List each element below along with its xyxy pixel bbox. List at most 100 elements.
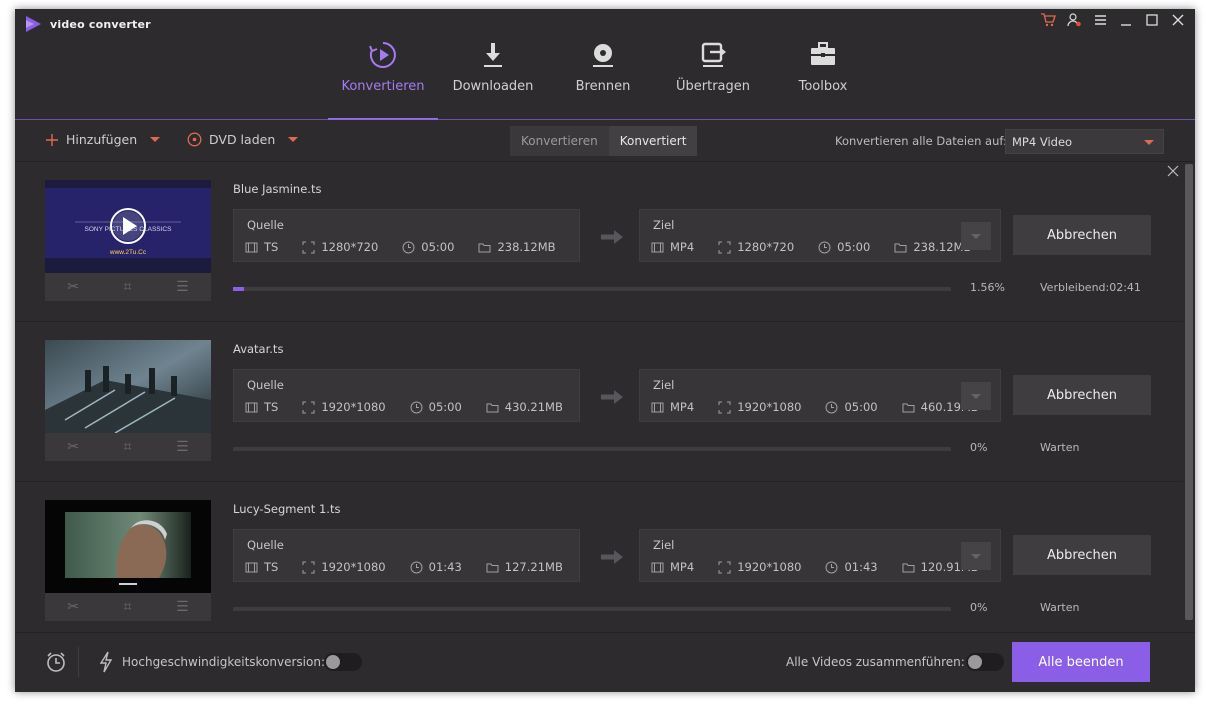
source-info: Quelle TS 1280*720 05:00 238.12MB	[233, 209, 580, 262]
status-text: Verbleibend:02:41	[1040, 281, 1141, 294]
folder-icon	[486, 403, 499, 412]
high-speed-toggle[interactable]	[324, 653, 362, 671]
progress-bar	[233, 607, 951, 611]
tab-brennen[interactable]: Brennen	[548, 37, 658, 120]
chevron-down-icon	[1144, 140, 1154, 145]
crop-icon[interactable]: ⌗	[124, 279, 132, 295]
clock-icon	[825, 401, 838, 413]
user-icon[interactable]	[1065, 11, 1083, 29]
add-files-button[interactable]: Hinzufügen	[45, 132, 161, 147]
folder-icon	[894, 243, 907, 252]
source-size: 127.21MB	[504, 560, 563, 574]
tab-uebertragen[interactable]: Übertragen	[658, 37, 768, 120]
crop-icon[interactable]: ⌗	[124, 599, 132, 615]
film-icon	[245, 402, 258, 412]
target-info[interactable]: Ziel MP4 1280*720 05:00 238.12MB	[639, 209, 1001, 262]
resolution-icon	[718, 561, 731, 573]
cart-icon[interactable]	[1039, 11, 1057, 29]
status-segment: Konvertieren Konvertiert	[510, 126, 698, 156]
target-format: MP4	[670, 560, 695, 574]
resolution-icon	[302, 561, 315, 573]
progress-fill	[233, 287, 245, 291]
target-settings-dropdown[interactable]	[961, 382, 991, 410]
output-format-value: MP4 Video	[1012, 134, 1073, 149]
segment-converted[interactable]: Konvertiert	[608, 126, 698, 156]
maximize-icon[interactable]	[1143, 11, 1161, 29]
target-settings-dropdown[interactable]	[961, 222, 991, 250]
clock-icon	[402, 241, 415, 253]
sliders-icon[interactable]: ☰	[176, 279, 189, 295]
source-size: 430.21MB	[504, 400, 563, 414]
arrow-right-icon	[601, 550, 623, 564]
thumbnail-watermark: www.2Tu.Cc	[109, 249, 147, 256]
clock-icon	[818, 241, 831, 253]
cancel-button[interactable]: Abbrechen	[1013, 215, 1151, 255]
source-resolution: 1920*1080	[321, 400, 386, 414]
thumbnail-tools: ✂ ⌗ ☰	[45, 433, 211, 461]
clock-icon	[410, 401, 423, 413]
tab-downloaden[interactable]: Downloaden	[438, 37, 548, 120]
tab-label: Downloaden	[452, 79, 534, 94]
thumbnail-tools: ✂ ⌗ ☰	[45, 273, 211, 301]
merge-videos-label: Alle Videos zusammenführen:	[786, 655, 965, 669]
film-icon	[245, 562, 258, 572]
target-info[interactable]: Ziel MP4 1920*1080 01:43 120.91MB	[639, 529, 1001, 582]
target-resolution: 1920*1080	[737, 400, 802, 414]
app-title: video converter	[50, 17, 151, 31]
crop-icon[interactable]: ⌗	[124, 439, 132, 455]
cancel-button[interactable]: Abbrechen	[1013, 375, 1151, 415]
load-dvd-button[interactable]: DVD laden	[187, 132, 299, 147]
target-resolution: 1920*1080	[737, 560, 802, 574]
thumbnail-image	[45, 340, 211, 433]
arrow-right-icon	[601, 390, 623, 404]
footer-divider	[78, 647, 79, 677]
target-format: MP4	[670, 400, 695, 414]
sliders-icon[interactable]: ☰	[176, 599, 189, 615]
chevron-down-icon[interactable]	[288, 137, 299, 142]
toolbox-icon	[811, 42, 835, 65]
plus-icon	[46, 133, 58, 146]
video-thumbnail[interactable]: ✂ ⌗ ☰	[45, 500, 211, 621]
source-size: 238.12MB	[497, 240, 556, 254]
target-settings-dropdown[interactable]	[961, 542, 991, 570]
progress-bar	[233, 287, 951, 291]
chevron-down-icon[interactable]	[150, 137, 161, 142]
scrollbar[interactable]	[1183, 162, 1195, 632]
source-duration: 01:43	[428, 560, 462, 574]
target-format: MP4	[670, 240, 695, 254]
close-icon[interactable]	[1166, 164, 1180, 178]
minimize-icon[interactable]	[1117, 11, 1135, 29]
tab-konvertieren[interactable]: Konvertieren	[328, 37, 438, 120]
video-thumbnail[interactable]: ✂ ⌗ ☰	[45, 340, 211, 461]
scissors-icon[interactable]: ✂	[67, 599, 79, 615]
target-info[interactable]: Ziel MP4 1920*1080 05:00 460.19MB	[639, 369, 1001, 422]
scissors-icon[interactable]: ✂	[67, 439, 79, 455]
cancel-button[interactable]: Abbrechen	[1013, 535, 1151, 575]
load-dvd-label: DVD laden	[209, 132, 276, 147]
status-text: Warten	[1040, 441, 1080, 454]
alarm-clock-icon[interactable]	[45, 651, 67, 673]
scrollbar-thumb[interactable]	[1185, 164, 1193, 620]
target-title: Ziel	[653, 218, 675, 232]
finish-all-button[interactable]: Alle beenden	[1012, 642, 1150, 682]
scissors-icon[interactable]: ✂	[67, 279, 79, 295]
segment-converting[interactable]: Konvertieren	[510, 126, 609, 156]
file-list: SONY PICTURES CLASSICS www.2Tu.Cc ✂ ⌗ ☰ …	[15, 162, 1183, 632]
folder-icon	[478, 243, 491, 252]
video-thumbnail[interactable]: SONY PICTURES CLASSICS www.2Tu.Cc ✂ ⌗ ☰	[45, 180, 211, 301]
resolution-icon	[302, 401, 315, 413]
progress-percent: 0%	[970, 441, 988, 454]
menu-icon[interactable]	[1091, 11, 1109, 29]
toggle-knob	[326, 655, 340, 669]
merge-videos-toggle[interactable]	[966, 653, 1004, 671]
source-format: TS	[264, 560, 279, 574]
thumbnail-tools: ✂ ⌗ ☰	[45, 593, 211, 621]
app-logo: video converter	[24, 15, 151, 33]
target-resolution: 1280*720	[737, 240, 795, 254]
clock-icon	[825, 561, 838, 573]
output-format-select[interactable]: MP4 Video	[1005, 129, 1164, 154]
tab-toolbox[interactable]: Toolbox	[768, 37, 878, 120]
close-icon[interactable]	[1169, 11, 1187, 29]
sliders-icon[interactable]: ☰	[176, 439, 189, 455]
source-format: TS	[264, 240, 279, 254]
